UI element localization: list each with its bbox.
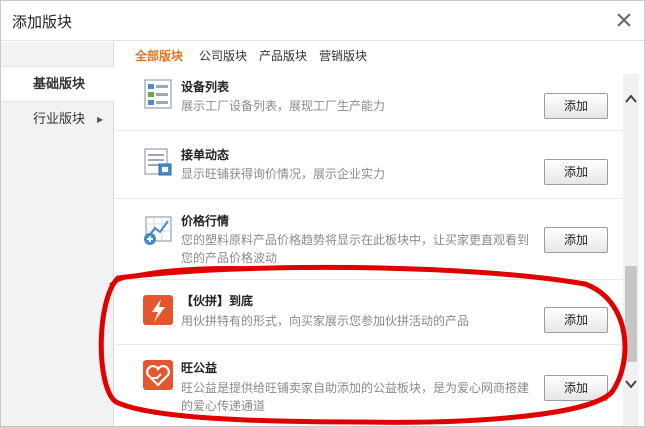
list-item: 【伙拼】到底 用伙拼特有的形式，向买家展示您参加伙拼活动的产品 添加 (115, 280, 623, 345)
dialog-title: 添加版块 (12, 13, 73, 31)
sidebar-item-basic[interactable]: 基础版块 (1, 66, 115, 102)
module-name: 设备列表 (181, 80, 230, 94)
module-description: 您的塑料原料产品价格趋势将显示在此板块中，让买家更直观看到您的产品价格波动 (181, 233, 530, 265)
equipment-list-icon (142, 78, 174, 110)
lightning-icon (142, 294, 174, 326)
module-description: 显示旺铺获得询价情况，展示企业实力 (181, 167, 386, 181)
close-icon[interactable] (613, 9, 635, 31)
add-button[interactable]: 添加 (544, 159, 608, 185)
scrollbar-thumb[interactable] (625, 266, 637, 362)
order-activity-icon (142, 146, 174, 178)
price-trend-icon (142, 214, 174, 246)
tab-marketing[interactable]: 营销版块 (319, 47, 367, 64)
list-item: 旺公益 旺公益是提供给旺铺卖家自助添加的公益板块，是为爱心网商搭建的爱心传递通道… (115, 345, 623, 426)
module-description: 旺公益是提供给旺铺卖家自助添加的公益板块，是为爱心网商搭建的爱心传递通道 (181, 381, 530, 413)
module-name: 接单动态 (181, 148, 230, 162)
module-description: 用伙拼特有的形式，向买家展示您参加伙拼活动的产品 (181, 314, 470, 328)
chevron-right-icon: ▶ (97, 115, 104, 124)
add-button[interactable]: 添加 (544, 93, 608, 119)
sidebar-item-label: 基础版块 (33, 77, 86, 92)
add-module-dialog: 添加版块 基础版块 行业版块 ▶ 全部版块 公司版块 产品版块 营销版块 设备列… (0, 0, 645, 427)
module-list: 设备列表 展示工厂设备列表，展现工厂生产能力 添加 接单动态 显示旺铺获得询价情… (115, 74, 623, 426)
module-name: 旺公益 (181, 361, 218, 375)
module-name: 【伙拼】到底 (181, 294, 254, 308)
heart-hand-icon (142, 359, 174, 391)
module-description: 展示工厂设备列表，展现工厂生产能力 (181, 99, 386, 113)
add-button[interactable]: 添加 (544, 307, 608, 333)
tab-company[interactable]: 公司版块 (199, 47, 247, 64)
add-button[interactable]: 添加 (544, 375, 608, 401)
dialog-titlebar: 添加版块 (1, 1, 644, 41)
list-item: 价格行情 您的塑料原料产品价格趋势将显示在此板块中，让买家更直观看到您的产品价格… (115, 200, 623, 280)
module-list-scrollbar[interactable] (623, 74, 639, 426)
tab-product[interactable]: 产品版块 (259, 47, 307, 64)
sidebar-item-label: 行业版块 (33, 112, 86, 127)
list-item: 设备列表 展示工厂设备列表，展现工厂生产能力 添加 (115, 74, 623, 131)
tab-all[interactable]: 全部版块 (135, 47, 183, 64)
list-item: 接单动态 显示旺铺获得询价情况，展示企业实力 添加 (115, 132, 623, 199)
add-button[interactable]: 添加 (544, 227, 608, 253)
module-name: 价格行情 (181, 214, 230, 228)
chevron-down-icon[interactable] (624, 377, 638, 391)
sidebar: 基础版块 行业版块 ▶ (1, 42, 115, 426)
sidebar-item-industry[interactable]: 行业版块 ▶ (1, 102, 114, 138)
chevron-up-icon[interactable] (624, 92, 638, 106)
